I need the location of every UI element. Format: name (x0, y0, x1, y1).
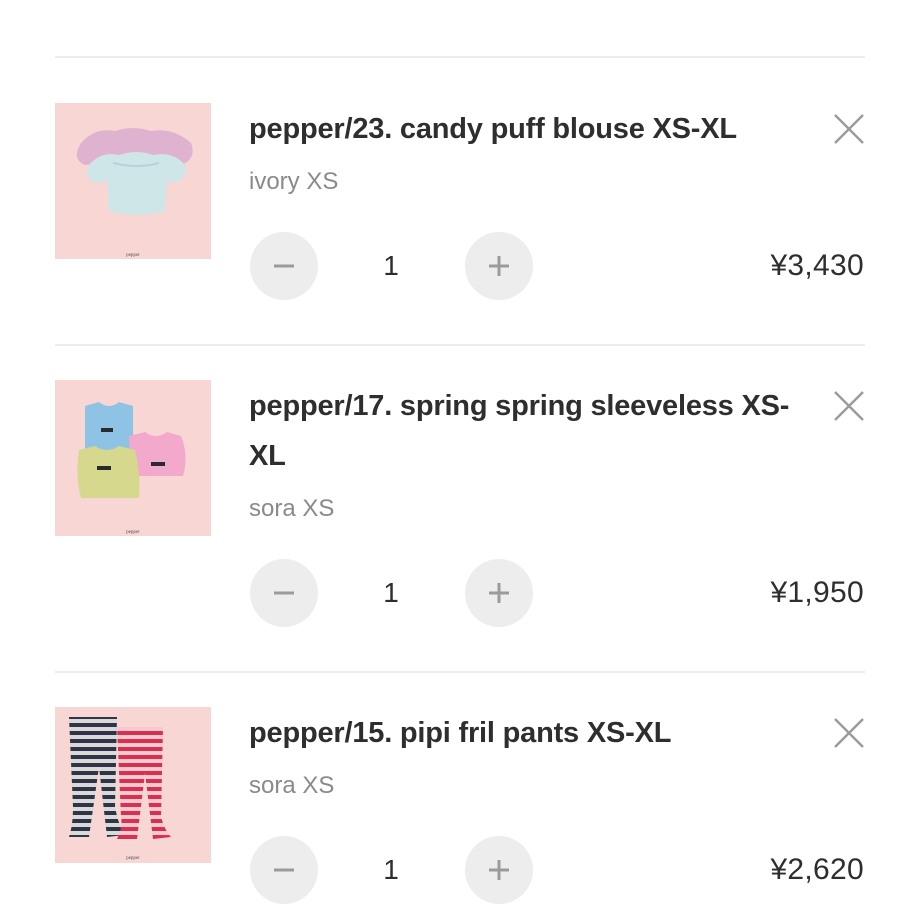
plus-icon (489, 583, 509, 603)
decrease-quantity-button[interactable] (250, 232, 318, 300)
product-thumbnail[interactable]: pepper (55, 103, 211, 259)
minus-icon (274, 868, 294, 872)
product-title[interactable]: pepper/17. spring spring sleeveless XS-X… (249, 381, 809, 481)
increase-quantity-button[interactable] (465, 836, 533, 904)
close-icon (834, 114, 864, 144)
quantity-value: 1 (383, 250, 399, 281)
product-thumbnail[interactable]: pepper (55, 380, 211, 536)
quantity-value: 1 (383, 577, 399, 608)
remove-item-button[interactable] (832, 112, 866, 146)
product-title[interactable]: pepper/15. pipi fril pants XS-XL (249, 708, 809, 758)
decrease-quantity-button[interactable] (250, 836, 318, 904)
product-variant: ivory XS (249, 168, 339, 195)
minus-icon (274, 264, 294, 268)
increase-quantity-button[interactable] (465, 559, 533, 627)
item-divider (55, 344, 865, 346)
item-price: ¥1,950 (770, 576, 864, 609)
remove-item-button[interactable] (832, 389, 866, 423)
plus-icon (489, 860, 509, 880)
close-icon (834, 718, 864, 748)
item-divider (55, 671, 865, 673)
plus-icon (489, 256, 509, 276)
product-variant: sora XS (249, 772, 335, 799)
minus-icon (274, 591, 294, 595)
thumb-brand-label: pepper (126, 856, 140, 861)
quantity-value: 1 (383, 854, 399, 885)
item-price: ¥2,620 (770, 853, 864, 886)
remove-item-button[interactable] (832, 716, 866, 750)
increase-quantity-button[interactable] (465, 232, 533, 300)
product-title[interactable]: pepper/23. candy puff blouse XS-XL (249, 104, 809, 154)
product-thumbnail[interactable]: pepper (55, 707, 211, 863)
product-variant: sora XS (249, 495, 335, 522)
thumb-brand-label: pepper (126, 253, 140, 258)
thumb-brand-label: pepper (126, 530, 140, 535)
top-divider (55, 56, 865, 58)
item-price: ¥3,430 (770, 249, 864, 282)
decrease-quantity-button[interactable] (250, 559, 318, 627)
close-icon (834, 391, 864, 421)
